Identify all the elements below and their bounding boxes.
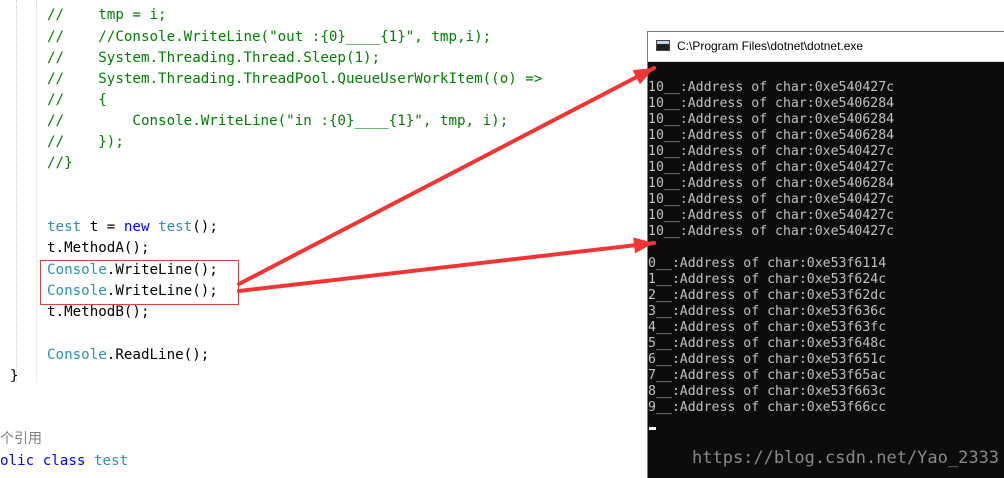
indent-guide	[36, 0, 37, 382]
console-line: 10__:Address of char:0xe540427c	[648, 208, 895, 223]
console-line: 10__:Address of char:0xe540427c	[648, 192, 895, 207]
code-token: test	[158, 219, 193, 235]
console-line: 6__:Address of char:0xe53f651c	[648, 352, 887, 367]
code-token: // Console.WriteLine("in :{0}____{1}", t…	[47, 113, 509, 129]
console-line: 1__:Address of char:0xe53f624c	[648, 272, 887, 287]
code-line: // tmp = i;	[47, 5, 167, 26]
console-line: 10__:Address of char:0xe540427c	[648, 80, 895, 95]
console-line: 9__:Address of char:0xe53f66cc	[648, 400, 887, 415]
code-token: 个引用	[0, 431, 42, 447]
code-token: t.MethodA();	[47, 240, 150, 256]
code-editor[interactable]: // tmp = i; // //Console.WriteLine("out :…	[0, 0, 648, 478]
code-token: new	[123, 219, 150, 235]
code-token: // System.Threading.Thread.Sleep(1);	[47, 50, 381, 66]
code-line: }	[10, 366, 19, 387]
console-app-icon	[656, 40, 670, 51]
code-line: // System.Threading.Thread.Sleep(1);	[47, 48, 380, 69]
code-line: //}	[47, 153, 73, 174]
code-line: t.MethodA();	[47, 238, 150, 259]
code-line: 个引用	[0, 429, 42, 450]
console-line: 10__:Address of char:0xe5406284	[648, 112, 895, 127]
code-token: t.MethodB();	[47, 304, 150, 320]
console-line: 0__:Address of char:0xe53f6114	[648, 256, 887, 271]
console-line: 10__:Address of char:0xe5406284	[648, 96, 895, 111]
highlight-box-writeline	[40, 260, 239, 305]
code-line: test t = new test();	[47, 217, 218, 238]
console-line: 4__:Address of char:0xe53f63fc	[648, 320, 887, 335]
console-line: 2__:Address of char:0xe53f62dc	[648, 288, 887, 303]
code-line: olic class test	[0, 451, 128, 472]
code-token: test	[47, 219, 82, 235]
console-line: 10__:Address of char:0xe540427c	[648, 144, 895, 159]
code-token: // //Console.WriteLine("out :{0}____{1}"…	[47, 29, 492, 45]
code-line: // Console.WriteLine("in :{0}____{1}", t…	[47, 111, 508, 132]
code-token: .ReadLine();	[106, 347, 210, 363]
code-token: // tmp = i;	[47, 7, 167, 23]
console-line: 10__:Address of char:0xe5406284	[648, 176, 895, 191]
console-line: 8__:Address of char:0xe53f663c	[648, 384, 887, 399]
watermark-text: https://blog.csdn.net/Yao_2333	[692, 448, 1000, 468]
code-token: test	[93, 453, 129, 469]
code-token: class	[42, 453, 86, 469]
console-line: 3__:Address of char:0xe53f636c	[648, 304, 887, 319]
console-line: 10__:Address of char:0xe540427c	[648, 160, 895, 175]
console-title: C:\Program Files\dotnet\dotnet.exe	[677, 39, 864, 53]
console-line: 5__:Address of char:0xe53f648c	[648, 336, 887, 351]
code-token: //}	[47, 155, 73, 171]
code-line: t.MethodB();	[47, 302, 150, 323]
code-token: t =	[81, 219, 124, 235]
console-line: 10__:Address of char:0xe540427c	[648, 224, 895, 239]
indent-guide	[16, 0, 17, 382]
code-line: // });	[47, 132, 124, 153]
console-titlebar[interactable]: C:\Program Files\dotnet\dotnet.exe	[648, 32, 1004, 62]
code-token: ();	[192, 219, 218, 235]
console-cursor	[649, 427, 656, 430]
code-line: // System.Threading.ThreadPool.QueueUser…	[47, 69, 542, 90]
code-token: // {	[47, 92, 107, 108]
code-line: // {	[47, 90, 107, 111]
console-line: 10__:Address of char:0xe5406284	[648, 128, 895, 143]
code-token: Console	[47, 347, 107, 363]
code-token: olic	[0, 453, 35, 469]
code-line: Console.ReadLine();	[47, 345, 209, 366]
console-window[interactable]: C:\Program Files\dotnet\dotnet.exe 10__:…	[647, 31, 1004, 478]
code-token: // System.Threading.ThreadPool.QueueUser…	[47, 71, 543, 87]
code-token: // });	[47, 134, 124, 150]
console-line: 7__:Address of char:0xe53f65ac	[648, 368, 887, 383]
code-line: // //Console.WriteLine("out :{0}____{1}"…	[47, 27, 491, 48]
code-token: }	[10, 368, 19, 384]
